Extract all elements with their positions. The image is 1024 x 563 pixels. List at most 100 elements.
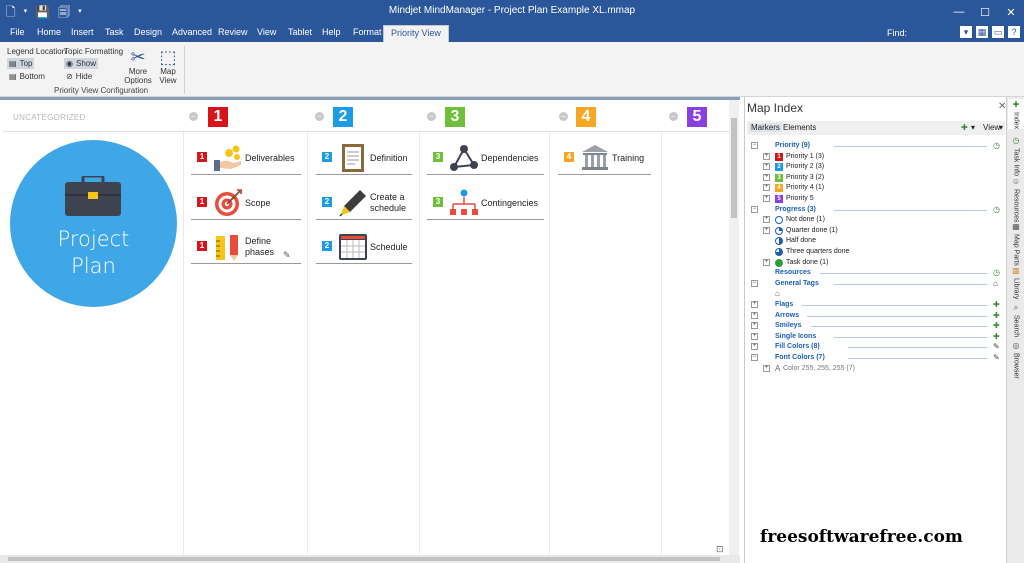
index-category[interactable]: − Progress (3) ◷ (751, 205, 1003, 215)
tab-markers[interactable]: Markers (749, 123, 782, 132)
topic-training[interactable]: 4 Training (558, 141, 651, 175)
map-canvas[interactable]: UNCATEGORIZED − 1 − 2 − 3 − 4 − 5 Projec… (0, 97, 740, 563)
show-button[interactable]: ◉ Show (64, 58, 98, 69)
index-item[interactable]: + Quarter done (1) (751, 226, 1003, 236)
index-item[interactable]: + Task done (1) (751, 258, 1003, 268)
index-item[interactable]: +2 Priority 2 (3) (751, 162, 1003, 172)
side-tab-task-info[interactable]: ◷ Task Info (1008, 135, 1024, 176)
topic-scope[interactable]: 1 Scope (191, 186, 301, 220)
topic-create-schedule[interactable]: 2 Create a schedule (316, 186, 412, 220)
index-item[interactable]: +4 Priority 4 (1) (751, 183, 1003, 193)
expand-toggle[interactable]: + (763, 174, 770, 181)
more-options-button[interactable]: ✂ More Options (124, 47, 152, 85)
category-action-icon[interactable]: ✚ (993, 321, 1000, 331)
topic-schedule[interactable]: 2 Schedule (316, 230, 412, 264)
collapse-toggle[interactable]: − (751, 206, 758, 213)
side-tab-browser[interactable]: ◎ Browser (1008, 340, 1024, 379)
expand-toggle[interactable]: + (763, 227, 770, 234)
expand-toggle[interactable]: + (763, 365, 770, 372)
central-topic[interactable]: Project Plan (10, 140, 177, 307)
collapse-toggle[interactable]: − (751, 354, 758, 361)
scroll-thumb[interactable] (8, 557, 720, 561)
find-dropdown-icon[interactable]: ▾ (960, 26, 972, 38)
side-tab-search[interactable]: ⌕ Search (1008, 302, 1024, 337)
index-item[interactable]: ⌂ (751, 289, 1003, 299)
category-action-icon[interactable]: ◷ (993, 205, 1000, 215)
index-category[interactable]: + Single Icons ✚ (751, 332, 1003, 342)
view-menu[interactable]: View (983, 123, 1000, 132)
expand-toggle[interactable]: + (763, 259, 770, 266)
index-category[interactable]: Resources ◷ (751, 268, 1003, 278)
category-action-icon[interactable]: ◷ (993, 268, 1000, 278)
collapse-toggle[interactable]: + (751, 333, 758, 340)
side-tab-resources[interactable]: ☺ Resources (1008, 176, 1024, 222)
tab-task[interactable]: Task (105, 27, 124, 37)
expand-toggle[interactable]: + (763, 216, 770, 223)
topic-definition[interactable]: 2 Definition (316, 141, 412, 175)
index-item[interactable]: +3 Priority 3 (2) (751, 173, 1003, 183)
legend-top-button[interactable]: ▤ Top (7, 58, 35, 69)
tab-elements[interactable]: Elements (783, 123, 816, 132)
index-item[interactable]: + Not done (1) (751, 215, 1003, 225)
index-item[interactable]: +1 Priority 1 (3) (751, 152, 1003, 162)
close-button[interactable]: ✕ (998, 0, 1024, 24)
tab-help[interactable]: Help (322, 27, 341, 37)
tab-review[interactable]: Review (218, 27, 248, 37)
fit-map-icon[interactable]: ⊡ (716, 544, 724, 555)
hide-button[interactable]: ⊘ Hide (64, 71, 94, 82)
minimize-button[interactable]: — (946, 0, 972, 24)
side-tab-library[interactable]: ▥ Library (1008, 265, 1024, 299)
category-action-icon[interactable]: ✎ (993, 342, 1000, 352)
tab-advanced[interactable]: Advanced (172, 27, 212, 37)
map-view-button[interactable]: ⬚ Map View (157, 47, 179, 85)
topic-contingencies[interactable]: 3 Contingencies (427, 186, 544, 220)
expand-toggle[interactable]: + (763, 163, 770, 170)
dropdown-icon[interactable]: ▾ (999, 123, 1003, 132)
help-icon[interactable]: ? (1008, 26, 1020, 38)
topic-define-phases[interactable]: 1 Define phases ✎ (191, 230, 301, 264)
collapse-toggle[interactable]: + (751, 301, 758, 308)
category-action-icon[interactable]: ◷ (993, 141, 1000, 151)
category-action-icon[interactable]: ✎ (993, 353, 1000, 363)
tab-format[interactable]: Format (353, 27, 382, 37)
side-tab-index[interactable]: ✚ Index (1008, 99, 1024, 130)
tab-home[interactable]: Home (37, 27, 61, 37)
collapse-icon[interactable]: − (669, 112, 678, 121)
index-item[interactable]: Three quarters done (751, 247, 1003, 257)
index-category[interactable]: + Arrows ✚ (751, 311, 1003, 321)
index-item[interactable]: + A Color 255, 255, 255 (7) (751, 364, 1003, 374)
topic-deliverables[interactable]: 1 Deliverables (191, 141, 301, 175)
scroll-thumb[interactable] (731, 118, 737, 218)
expand-toggle[interactable]: + (763, 184, 770, 191)
topic-dependencies[interactable]: 3 Dependencies (427, 141, 544, 175)
vertical-scrollbar[interactable] (729, 100, 739, 555)
side-tab-map-parts[interactable]: ▦ Map Parts (1008, 221, 1024, 266)
legend-bottom-button[interactable]: ▤ Bottom (7, 71, 47, 82)
index-item[interactable]: +5 Priority 5 (751, 194, 1003, 204)
expand-toggle[interactable]: + (763, 153, 770, 160)
add-marker-icon[interactable]: ✚ (961, 123, 968, 132)
collapse-toggle[interactable]: − (751, 280, 758, 287)
restore-button[interactable]: ☐ (972, 0, 998, 24)
collapse-toggle[interactable]: + (751, 312, 758, 319)
tab-design[interactable]: Design (134, 27, 162, 37)
index-category[interactable]: + Fill Colors (8) ✎ (751, 342, 1003, 352)
tab-insert[interactable]: Insert (71, 27, 94, 37)
collapse-icon[interactable]: − (189, 112, 198, 121)
note-icon[interactable]: ✎ (283, 250, 291, 261)
tab-file[interactable]: File (10, 27, 25, 37)
tab-tablet[interactable]: Tablet (288, 27, 312, 37)
index-item[interactable]: Half done (751, 236, 1003, 246)
tab-view[interactable]: View (257, 27, 276, 37)
tab-priority-view[interactable]: Priority View (383, 25, 449, 42)
index-category[interactable]: − Font Colors (7) ✎ (751, 353, 1003, 363)
horizontal-scrollbar[interactable] (0, 555, 740, 563)
layout-icon[interactable]: ▦ (976, 26, 988, 38)
dropdown-icon[interactable]: ▾ (971, 123, 975, 132)
category-action-icon[interactable]: ✚ (993, 311, 1000, 321)
collapse-toggle[interactable]: − (751, 142, 758, 149)
minimize-ribbon-icon[interactable]: ▭ (992, 26, 1004, 38)
index-category[interactable]: + Smileys ✚ (751, 321, 1003, 331)
index-category[interactable]: − Priority (9) ◷ (751, 141, 1003, 151)
collapse-toggle[interactable]: + (751, 343, 758, 350)
